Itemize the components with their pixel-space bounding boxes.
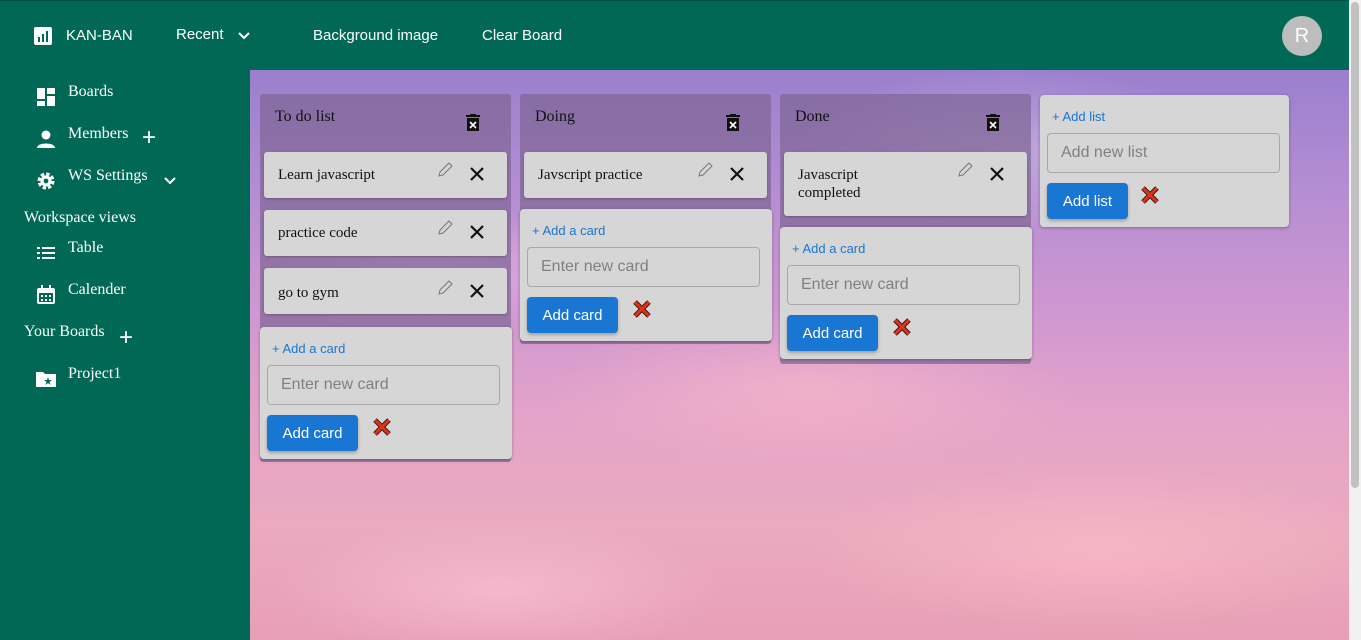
card[interactable]: practice code: [264, 210, 507, 256]
board-canvas: To do list Learn javascript practice cod…: [250, 70, 1349, 640]
sidebar-item-boards[interactable]: Boards: [68, 83, 113, 101]
close-icon[interactable]: [990, 167, 1004, 181]
recent-menu[interactable]: Recent: [176, 26, 224, 43]
add-list-panel: + Add list Add new list Add list: [1040, 95, 1289, 227]
pencil-icon[interactable]: [437, 220, 453, 236]
your-boards-heading: Your Boards: [24, 323, 105, 340]
card[interactable]: go to gym: [264, 268, 507, 314]
trash-icon[interactable]: [986, 114, 1000, 132]
chevron-down-icon[interactable]: [162, 173, 178, 189]
add-board-icon[interactable]: +: [119, 326, 133, 350]
workspace-views-heading: Workspace views: [24, 209, 137, 226]
red-x-icon[interactable]: [372, 417, 392, 437]
sidebar-item-table[interactable]: Table: [68, 239, 103, 257]
sidebar-item-project1[interactable]: Project1: [68, 365, 121, 383]
add-card-button[interactable]: Add card: [267, 415, 358, 451]
add-card-button[interactable]: Add card: [527, 297, 618, 333]
list-title[interactable]: Doing: [535, 108, 575, 126]
new-list-input[interactable]: Add new list: [1047, 133, 1280, 173]
folder-star-icon: [36, 372, 56, 387]
page-scrollbar[interactable]: [1349, 0, 1361, 640]
add-card-panel: + Add a card Enter new card Add card: [520, 209, 772, 341]
gear-icon: [37, 172, 55, 190]
card-text: go to gym: [278, 285, 339, 301]
list-title[interactable]: To do list: [275, 108, 335, 126]
trash-icon[interactable]: [726, 114, 740, 132]
brand-title[interactable]: KAN-BAN: [66, 27, 133, 44]
new-card-input[interactable]: Enter new card: [787, 265, 1020, 305]
scrollbar-thumb[interactable]: [1351, 2, 1359, 488]
close-icon[interactable]: [470, 225, 484, 239]
red-x-icon[interactable]: [1140, 185, 1160, 205]
person-icon: [37, 130, 55, 148]
card-text: Learn javascript: [278, 167, 376, 183]
table-icon: [37, 247, 55, 259]
pencil-icon[interactable]: [957, 162, 973, 178]
add-card-link[interactable]: + Add a card: [532, 223, 605, 238]
boards-icon: [37, 88, 55, 106]
card-text: practice code: [278, 225, 358, 241]
clear-board-button[interactable]: Clear Board: [482, 27, 562, 44]
add-card-panel: + Add a card Enter new card Add card: [260, 327, 512, 459]
red-x-icon[interactable]: [892, 317, 912, 337]
sidebar-item-ws-settings[interactable]: WS Settings: [68, 167, 148, 185]
card-text: Javscript practice: [538, 167, 643, 183]
add-card-button[interactable]: Add card: [787, 315, 878, 351]
close-icon[interactable]: [730, 167, 744, 181]
sidebar-item-calender[interactable]: Calender: [68, 281, 126, 299]
new-card-input[interactable]: Enter new card: [527, 247, 760, 287]
sidebar-item-members[interactable]: Members: [68, 125, 128, 143]
add-member-icon[interactable]: +: [142, 126, 156, 150]
trash-icon[interactable]: [466, 114, 480, 132]
chevron-down-icon[interactable]: [236, 28, 252, 44]
close-icon[interactable]: [470, 284, 484, 298]
red-x-icon[interactable]: [632, 299, 652, 319]
card[interactable]: Learn javascript: [264, 152, 507, 198]
sidebar: Boards Members + WS Settings Workspace v…: [0, 70, 250, 640]
list-title[interactable]: Done: [795, 108, 830, 126]
add-card-panel: + Add a card Enter new card Add card: [780, 227, 1032, 359]
new-card-input[interactable]: Enter new card: [267, 365, 500, 405]
card[interactable]: Javascript completed: [784, 152, 1027, 216]
add-card-link[interactable]: + Add a card: [272, 341, 345, 356]
add-list-button[interactable]: Add list: [1047, 183, 1128, 219]
dashboard-icon[interactable]: [34, 27, 52, 45]
close-icon[interactable]: [470, 167, 484, 181]
card[interactable]: Javscript practice: [524, 152, 767, 198]
add-card-link[interactable]: + Add a card: [792, 241, 865, 256]
avatar[interactable]: R: [1282, 16, 1322, 56]
calendar-icon: [37, 285, 55, 304]
background-image-button[interactable]: Background image: [313, 27, 438, 44]
add-list-link[interactable]: + Add list: [1052, 109, 1105, 124]
top-app-bar: KAN-BAN Recent Background image Clear Bo…: [0, 0, 1349, 70]
card-text: Javascript completed: [798, 167, 861, 201]
pencil-icon[interactable]: [437, 280, 453, 296]
pencil-icon[interactable]: [437, 162, 453, 178]
pencil-icon[interactable]: [697, 162, 713, 178]
